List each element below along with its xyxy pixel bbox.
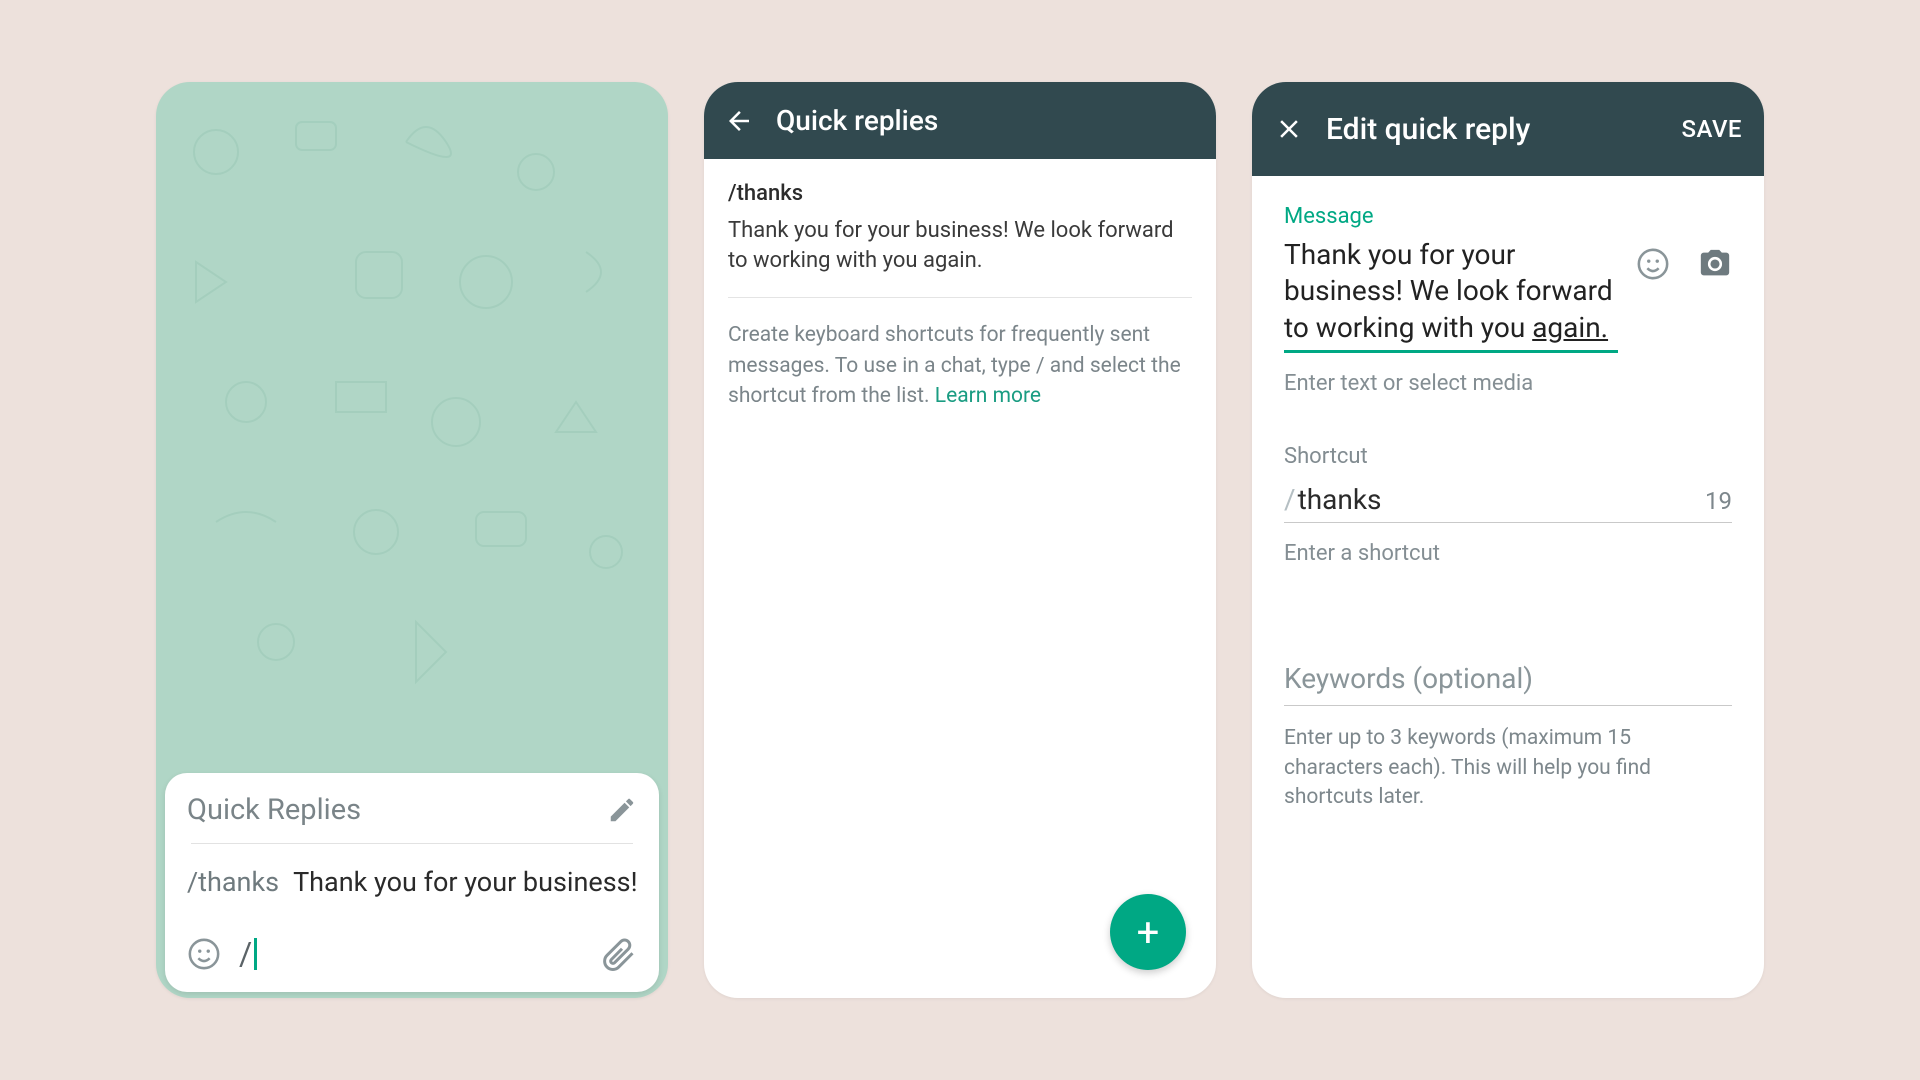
attachment-icon[interactable]: [601, 936, 637, 972]
message-hint: Enter text or select media: [1284, 371, 1732, 396]
quick-reply-item[interactable]: /thanks Thank you for your business! We …: [728, 181, 1192, 275]
shortcut-field-label: Shortcut: [1284, 444, 1732, 469]
keywords-input[interactable]: Keywords (optional): [1284, 656, 1732, 706]
back-arrow-icon[interactable]: [724, 106, 754, 136]
save-button[interactable]: SAVE: [1681, 115, 1742, 143]
help-text: Create keyboard shortcuts for frequently…: [728, 320, 1192, 411]
message-input[interactable]: /: [239, 934, 583, 974]
emoji-icon[interactable]: [187, 937, 221, 971]
shortcut-value: thanks: [1298, 483, 1382, 516]
edit-quick-reply-screen: Edit quick reply SAVE Message Thank you …: [1252, 82, 1764, 998]
message-input[interactable]: Thank you for your business! We look for…: [1284, 237, 1618, 353]
shortcut-input[interactable]: / thanks 19: [1284, 475, 1732, 523]
screen-title: Quick replies: [776, 104, 938, 137]
learn-more-link[interactable]: Learn more: [935, 384, 1041, 408]
emoji-icon[interactable]: [1636, 247, 1670, 281]
camera-icon[interactable]: [1698, 247, 1732, 281]
header: Quick replies: [704, 82, 1216, 159]
item-message: Thank you for your business! We look for…: [728, 216, 1192, 275]
header: Edit quick reply SAVE: [1252, 82, 1764, 176]
suggestion-preview: Thank you for your business! We …: [293, 866, 637, 898]
add-quick-reply-fab[interactable]: +: [1110, 894, 1186, 970]
message-field-label: Message: [1284, 204, 1732, 229]
input-value: /: [239, 935, 252, 973]
pencil-icon[interactable]: [607, 795, 637, 825]
shortcut-hint: Enter a shortcut: [1284, 541, 1732, 566]
keywords-hint: Enter up to 3 keywords (maximum 15 chara…: [1284, 724, 1732, 812]
divider: [728, 297, 1192, 298]
popup-title: Quick Replies: [187, 793, 361, 827]
chat-screen: Quick Replies /thanks Thank you for your…: [156, 82, 668, 998]
quick-reply-suggestion[interactable]: /thanks Thank you for your business! We …: [187, 866, 637, 934]
close-icon[interactable]: [1274, 114, 1304, 144]
quick-replies-list-screen: Quick replies /thanks Thank you for your…: [704, 82, 1216, 998]
suggestion-shortcut: /thanks: [187, 866, 279, 898]
plus-icon: +: [1137, 909, 1160, 956]
screen-title: Edit quick reply: [1326, 112, 1530, 147]
text-caret: [254, 938, 257, 970]
item-shortcut: /thanks: [728, 181, 1192, 206]
quick-replies-popup: Quick Replies /thanks Thank you for your…: [165, 773, 659, 992]
divider: [191, 843, 633, 844]
shortcut-char-count: 19: [1705, 487, 1732, 515]
shortcut-slash: /: [1284, 483, 1296, 516]
